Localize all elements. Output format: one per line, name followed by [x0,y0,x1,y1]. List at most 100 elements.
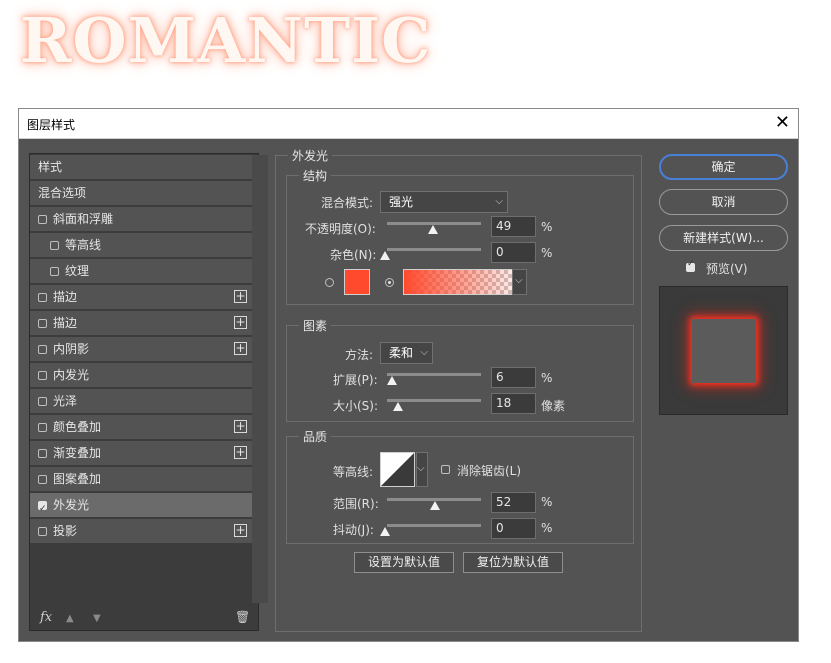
outer-glow-group: 外发光 结构 混合模式: 强光 ⌵ 不透明度(O): 49 % 杂色(N): 0… [275,147,642,632]
style-list-item[interactable]: 投影 + [30,519,252,544]
style-item-label: 描边 [53,316,78,330]
close-icon[interactable]: ✕ [775,112,790,133]
method-select[interactable]: 柔和 ⌵ [380,342,433,364]
spread-unit: % [541,371,553,385]
antialias-label: 消除锯齿(L) [457,464,522,478]
style-list-item[interactable]: 纹理 [30,259,252,284]
jitter-label: 抖动(J): [333,523,374,537]
quality-title: 品质 [299,428,332,445]
style-item-label: 图案叠加 [53,472,102,486]
fx-icon[interactable]: fx [40,610,52,625]
style-item-checkbox[interactable] [38,215,47,224]
add-effect-icon[interactable]: + [234,446,247,459]
style-list-item[interactable]: 描边 + [30,285,252,310]
blend-mode-select[interactable]: 强光 ⌵ [380,191,508,213]
gradient-mode-radio[interactable] [385,278,394,287]
contour-preview[interactable] [380,452,415,487]
set-default-button[interactable]: 设置为默认值 [354,552,454,573]
style-item-checkbox[interactable] [38,449,47,458]
style-item-checkbox[interactable] [38,423,47,432]
method-label: 方法: [345,348,374,362]
color-mode-radio[interactable] [325,278,334,287]
style-item-label: 斜面和浮雕 [53,212,114,226]
range-input[interactable]: 52 [491,492,536,513]
opacity-unit: % [541,220,553,234]
style-item-checkbox[interactable] [38,475,47,484]
size-label: 大小(S): [333,399,379,413]
noise-unit: % [541,246,553,260]
chevron-down-icon: ⌵ [495,196,503,207]
noise-slider[interactable] [387,248,481,251]
style-list-item[interactable]: 颜色叠加 + [30,415,252,440]
jitter-slider[interactable] [387,524,481,527]
style-list-item[interactable]: 描边 + [30,311,252,336]
add-effect-icon[interactable]: + [234,290,247,303]
preview-swatch [692,319,756,383]
jitter-input[interactable]: 0 [491,518,536,539]
jitter-unit: % [541,521,553,535]
styles-list-scrollbar[interactable] [252,155,268,603]
jitter-slider-thumb[interactable] [380,527,390,536]
style-list-item[interactable]: 光泽 [30,389,252,414]
move-up-icon[interactable]: ▲ [66,613,74,624]
range-label: 范围(R): [333,497,379,511]
style-item-label: 纹理 [65,264,90,278]
add-effect-icon[interactable]: + [234,524,247,537]
style-item-checkbox[interactable] [38,345,47,354]
style-list-item[interactable]: 样式 [30,155,252,180]
noise-slider-thumb[interactable] [380,251,390,260]
outer-glow-title: 外发光 [288,147,333,164]
size-input[interactable]: 18 [491,393,536,414]
style-item-label: 内发光 [53,368,90,382]
trash-icon[interactable]: 🗑 [235,610,250,624]
spread-slider-thumb[interactable] [387,376,397,385]
style-list-item[interactable]: 渐变叠加 + [30,441,252,466]
style-list-item[interactable]: 等高线 [30,233,252,258]
new-style-button[interactable]: 新建样式(W)... [659,225,788,251]
gradient-dropdown[interactable]: ⌵ [512,269,527,295]
style-list-item[interactable]: 图案叠加 [30,467,252,492]
move-down-icon[interactable]: ▼ [93,613,101,624]
blend-mode-value: 强光 [389,195,414,209]
range-unit: % [541,495,553,509]
range-slider-thumb[interactable] [430,501,440,510]
size-slider-thumb[interactable] [393,402,403,411]
style-item-checkbox[interactable] [50,241,59,250]
style-list-item[interactable]: 斜面和浮雕 [30,207,252,232]
style-list-item[interactable]: 内发光 [30,363,252,388]
add-effect-icon[interactable]: + [234,316,247,329]
style-item-checkbox[interactable] [38,497,47,521]
style-item-label: 内阴影 [53,342,90,356]
style-item-checkbox[interactable] [38,293,47,302]
style-item-checkbox[interactable] [38,319,47,328]
reset-default-button[interactable]: 复位为默认值 [463,552,563,573]
opacity-slider-thumb[interactable] [428,225,438,234]
style-item-label: 样式 [38,160,63,174]
style-item-checkbox[interactable] [38,371,47,380]
glow-color-swatch[interactable] [344,269,370,295]
style-item-checkbox[interactable] [50,267,59,276]
chevron-down-icon: ⌵ [417,463,425,474]
opacity-input[interactable]: 49 [491,216,536,237]
canvas-text: ROMANTIC [20,4,432,77]
preview-checkbox[interactable] [686,259,695,272]
style-item-checkbox[interactable] [38,527,47,536]
ok-button[interactable]: 确定 [659,154,788,180]
style-list-item[interactable]: 外发光 [30,493,252,521]
spread-slider[interactable] [387,373,481,376]
antialias-checkbox[interactable] [441,465,450,474]
contour-dropdown[interactable]: ⌵ [416,452,428,487]
quality-group: 品质 等高线: ⌵ 消除锯齿(L) 范围(R): 52 % 抖动(J): 0 % [286,428,634,544]
glow-gradient-picker[interactable] [403,269,527,295]
cancel-button[interactable]: 取消 [659,189,788,215]
style-list-item[interactable]: 混合选项 [30,181,252,206]
add-effect-icon[interactable]: + [234,342,247,355]
style-list-item[interactable]: 内阴影 + [30,337,252,362]
method-value: 柔和 [389,346,414,360]
noise-input[interactable]: 0 [491,242,536,263]
dialog-title: 图层样式 [27,118,76,132]
opacity-label: 不透明度(O): [305,222,376,236]
spread-input[interactable]: 6 [491,367,536,388]
style-item-checkbox[interactable] [38,397,47,406]
add-effect-icon[interactable]: + [234,420,247,433]
